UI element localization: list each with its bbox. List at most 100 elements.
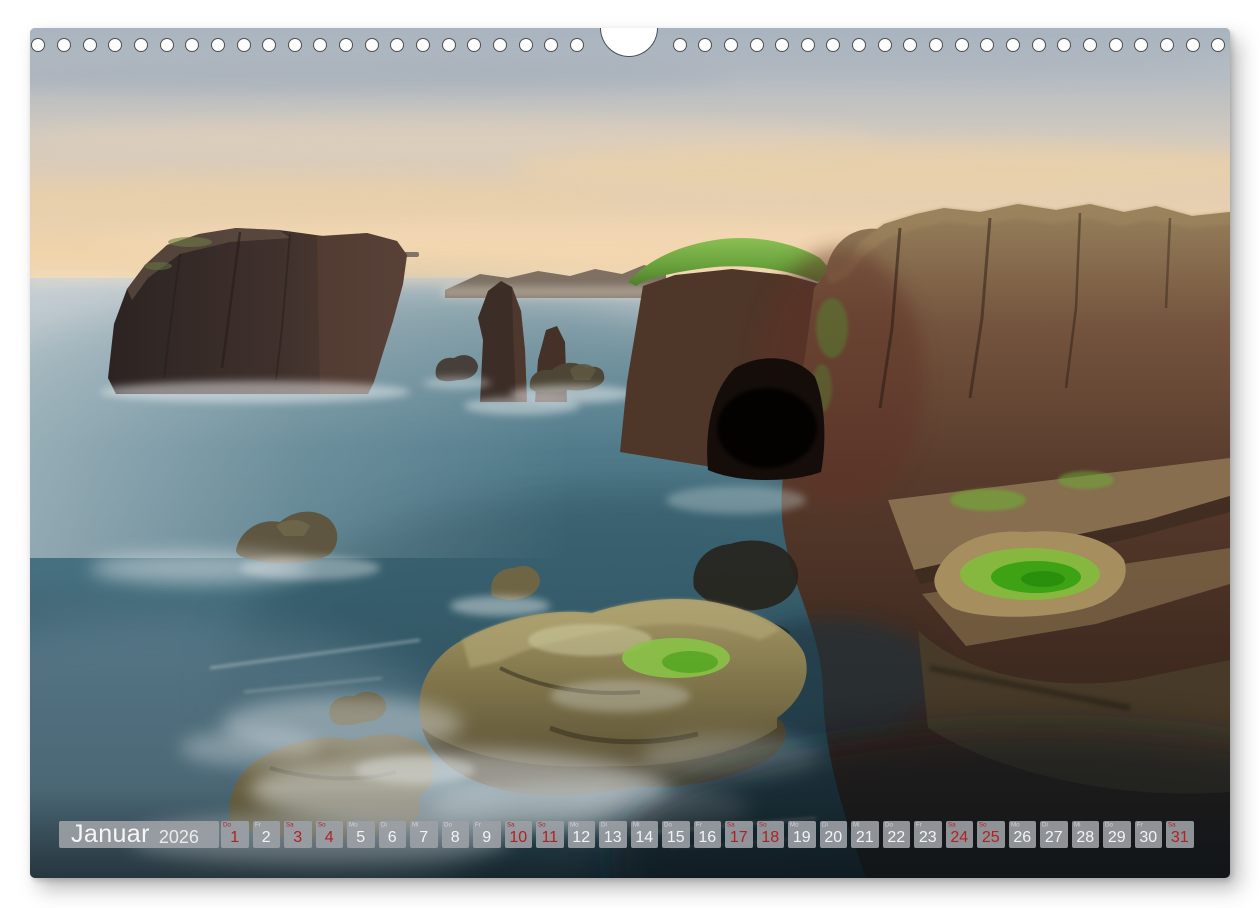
calendar-day-cell: Di6 [379, 821, 407, 848]
day-number: 18 [757, 829, 785, 846]
weekday-label: Do [664, 822, 672, 828]
weekday-label: Di [1042, 822, 1048, 828]
binding-hole [57, 38, 71, 52]
weekday-label: Do [223, 822, 231, 828]
landscape-photo [30, 28, 1230, 878]
day-number: 22 [883, 829, 911, 846]
binding-hole [160, 38, 174, 52]
day-number: 10 [505, 829, 533, 846]
day-number: 9 [473, 829, 501, 846]
weekday-label: Do [444, 822, 452, 828]
weekday-label: Di [381, 822, 387, 828]
day-number: 29 [1103, 829, 1131, 846]
day-number: 17 [725, 829, 753, 846]
calendar-day-cell: Sa24 [946, 821, 974, 848]
weekday-label: Sa [727, 822, 735, 828]
day-number: 8 [442, 829, 470, 846]
binding-hole [929, 38, 943, 52]
binding-hole [134, 38, 148, 52]
day-number: 25 [977, 829, 1005, 846]
day-number: 5 [347, 829, 375, 846]
calendar-day-cell: Mi21 [851, 821, 879, 848]
day-number: 21 [851, 829, 879, 846]
binding-hole [570, 38, 584, 52]
day-number: 16 [694, 829, 722, 846]
binding-hole [673, 38, 687, 52]
calendar-day-cell: Mo19 [788, 821, 816, 848]
calendar-day-cell: Fr23 [914, 821, 942, 848]
calendar-day-cell: Mi14 [631, 821, 659, 848]
binding-hole [1032, 38, 1046, 52]
day-number: 23 [914, 829, 942, 846]
binding-hole [750, 38, 764, 52]
weekday-label: So [538, 822, 546, 828]
calendar-day-cell: Sa31 [1166, 821, 1194, 848]
weekday-label: Di [822, 822, 828, 828]
calendar-day-cell: Do22 [883, 821, 911, 848]
weekday-label: Di [601, 822, 607, 828]
weekday-label: Sa [507, 822, 515, 828]
calendar-day-cell: Do1 [221, 821, 249, 848]
binding-hole [339, 38, 353, 52]
binding-hole [1186, 38, 1200, 52]
month-label: Januar [71, 822, 150, 847]
calendar-day-cell: Do15 [662, 821, 690, 848]
day-cells: Do1Fr2Sa3So4Mo5Di6Mi7Do8Fr9Sa10So11Mo12D… [221, 821, 1194, 848]
weekday-label: Do [885, 822, 893, 828]
calendar-day-cell: Do29 [1103, 821, 1131, 848]
calendar-photo-sheet: Januar 2026 Do1Fr2Sa3So4Mo5Di6Mi7Do8Fr9S… [30, 28, 1230, 878]
weekday-label: Fr [696, 822, 702, 828]
binding-hole [955, 38, 969, 52]
day-number: 24 [946, 829, 974, 846]
binding-hole [416, 38, 430, 52]
calendar-day-cell: Mo5 [347, 821, 375, 848]
calendar-day-cell: Fr16 [694, 821, 722, 848]
binding-hole [442, 38, 456, 52]
binding-hole [493, 38, 507, 52]
calendar-day-cell: Mi7 [410, 821, 438, 848]
day-number: 1 [221, 829, 249, 846]
calendar-day-cell: Mo26 [1009, 821, 1037, 848]
day-number: 7 [410, 829, 438, 846]
weekday-label: Mo [790, 822, 799, 828]
calendar-day-cell: Sa3 [284, 821, 312, 848]
weekday-label: So [759, 822, 767, 828]
binding-hole [365, 38, 379, 52]
day-number: 3 [284, 829, 312, 846]
weekday-label: Fr [255, 822, 261, 828]
weekday-label: Sa [1168, 822, 1176, 828]
calendar-day-cell: So18 [757, 821, 785, 848]
binding-hole [801, 38, 815, 52]
day-number: 12 [568, 829, 596, 846]
calendar-day-cell: Di13 [599, 821, 627, 848]
day-number: 11 [536, 829, 564, 846]
day-number: 28 [1072, 829, 1100, 846]
day-number: 15 [662, 829, 690, 846]
weekday-label: Sa [286, 822, 294, 828]
binding-hole [83, 38, 97, 52]
day-number: 30 [1135, 829, 1163, 846]
weekday-label: Mi [1074, 822, 1081, 828]
calendar-day-cell: So25 [977, 821, 1005, 848]
calendar-day-cell: Sa10 [505, 821, 533, 848]
weekday-label: Mo [570, 822, 579, 828]
calendar-day-cell: Fr2 [253, 821, 281, 848]
calendar-day-cell: Mi28 [1072, 821, 1100, 848]
binding-hole [1006, 38, 1020, 52]
weekday-label: Mi [633, 822, 640, 828]
binding-hole [1083, 38, 1097, 52]
binding-hole [519, 38, 533, 52]
weekday-label: Mi [412, 822, 419, 828]
day-number: 26 [1009, 829, 1037, 846]
day-number: 4 [316, 829, 344, 846]
wall-calendar-page: { "calendar_strip": { "month_label": "Ja… [0, 0, 1260, 908]
binding-hole [852, 38, 866, 52]
weekday-label: So [979, 822, 987, 828]
weekday-label: Do [1105, 822, 1113, 828]
weekday-label: Mo [1011, 822, 1020, 828]
day-number: 27 [1040, 829, 1068, 846]
weekday-label: Fr [475, 822, 481, 828]
calendar-day-cell: Sa17 [725, 821, 753, 848]
binding-hole [878, 38, 892, 52]
binding-hole [1160, 38, 1174, 52]
